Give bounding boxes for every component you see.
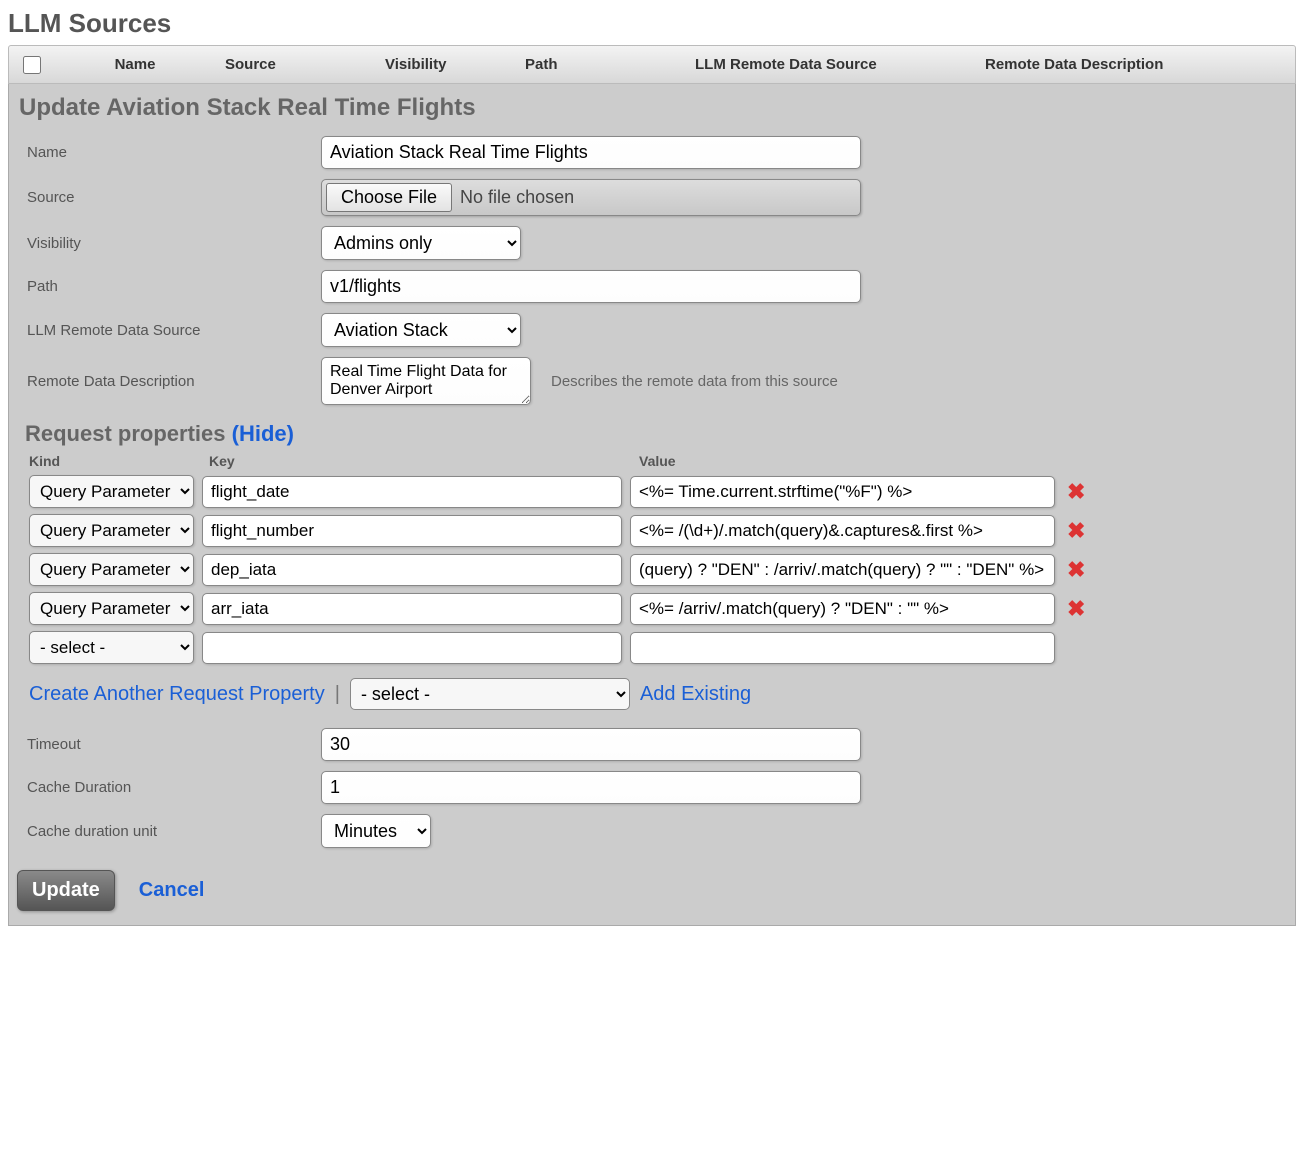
label-visibility: Visibility bbox=[19, 235, 309, 252]
hide-request-properties-link[interactable]: (Hide) bbox=[232, 421, 294, 446]
file-chosen-text: No file chosen bbox=[460, 187, 574, 208]
rp-kind-select[interactable]: - select - bbox=[29, 631, 194, 664]
rp-key-input[interactable] bbox=[202, 593, 622, 625]
remote-desc-textarea[interactable] bbox=[321, 357, 531, 405]
delete-row-icon[interactable]: ✖ bbox=[1063, 479, 1089, 505]
rp-col-key: Key bbox=[209, 453, 639, 469]
rp-key-input[interactable] bbox=[202, 515, 622, 547]
label-timeout: Timeout bbox=[19, 736, 309, 753]
request-property-row: Query Parameter ✖ bbox=[29, 475, 1275, 508]
page-title: LLM Sources bbox=[8, 8, 1296, 39]
existing-property-select[interactable]: - select - bbox=[350, 678, 630, 710]
request-property-row: Query Parameter ✖ bbox=[29, 592, 1275, 625]
table-header-row: Name Source Visibility Path LLM Remote D… bbox=[8, 45, 1296, 84]
col-header-source[interactable]: Source bbox=[215, 52, 375, 77]
col-header-visibility[interactable]: Visibility bbox=[375, 52, 515, 77]
label-remote-desc: Remote Data Description bbox=[19, 373, 309, 390]
update-button[interactable]: Update bbox=[17, 870, 115, 911]
rp-key-input[interactable] bbox=[202, 554, 622, 586]
name-input[interactable] bbox=[321, 136, 861, 169]
label-cache-duration: Cache Duration bbox=[19, 779, 309, 796]
col-header-remote-src[interactable]: LLM Remote Data Source bbox=[685, 52, 975, 77]
add-existing-link[interactable]: Add Existing bbox=[640, 683, 751, 706]
delete-row-icon[interactable]: ✖ bbox=[1063, 557, 1089, 583]
cache-duration-input[interactable] bbox=[321, 771, 861, 804]
label-name: Name bbox=[19, 144, 309, 161]
rp-value-input[interactable] bbox=[630, 632, 1055, 664]
cache-unit-select[interactable]: Minutes bbox=[321, 814, 431, 848]
rp-value-input[interactable] bbox=[630, 515, 1055, 547]
rp-kind-select[interactable]: Query Parameter bbox=[29, 514, 194, 547]
request-property-row: Query Parameter ✖ bbox=[29, 514, 1275, 547]
file-input-wrapper[interactable]: Choose File No file chosen bbox=[321, 179, 861, 216]
create-another-link[interactable]: Create Another Request Property bbox=[29, 683, 325, 706]
timeout-input[interactable] bbox=[321, 728, 861, 761]
delete-row-icon[interactable]: ✖ bbox=[1063, 518, 1089, 544]
rp-kind-select[interactable]: Query Parameter bbox=[29, 592, 194, 625]
col-header-path[interactable]: Path bbox=[515, 52, 685, 77]
path-input[interactable] bbox=[321, 270, 861, 303]
delete-row-icon[interactable]: ✖ bbox=[1063, 596, 1089, 622]
label-cache-unit: Cache duration unit bbox=[19, 823, 309, 840]
remote-desc-helper: Describes the remote data from this sour… bbox=[551, 373, 838, 390]
separator: | bbox=[335, 683, 340, 706]
rp-key-input[interactable] bbox=[202, 632, 622, 664]
request-property-row: Query Parameter ✖ bbox=[29, 553, 1275, 586]
col-header-remote-desc[interactable]: Remote Data Description bbox=[975, 52, 1285, 77]
visibility-select[interactable]: Admins only bbox=[321, 226, 521, 260]
rp-value-input[interactable] bbox=[630, 554, 1055, 586]
choose-file-button[interactable]: Choose File bbox=[326, 183, 452, 212]
label-path: Path bbox=[19, 278, 309, 295]
panel-title: Update Aviation Stack Real Time Flights bbox=[19, 94, 1285, 122]
rp-value-input[interactable] bbox=[630, 593, 1055, 625]
rp-key-input[interactable] bbox=[202, 476, 622, 508]
rp-col-value: Value bbox=[639, 453, 1275, 469]
request-property-actions: Create Another Request Property | - sele… bbox=[29, 678, 1275, 710]
request-properties-heading: Request properties (Hide) bbox=[25, 421, 1279, 447]
edit-panel: Update Aviation Stack Real Time Flights … bbox=[8, 84, 1296, 926]
remote-source-select[interactable]: Aviation Stack bbox=[321, 313, 521, 347]
rp-value-input[interactable] bbox=[630, 476, 1055, 508]
request-properties-header: Kind Key Value bbox=[29, 453, 1275, 469]
rp-kind-select[interactable]: Query Parameter bbox=[29, 553, 194, 586]
label-source: Source bbox=[19, 189, 309, 206]
select-all-checkbox[interactable] bbox=[23, 56, 41, 74]
request-property-row: - select - bbox=[29, 631, 1275, 664]
rp-col-kind: Kind bbox=[29, 453, 209, 469]
col-header-name[interactable]: Name bbox=[55, 52, 215, 77]
rp-kind-select[interactable]: Query Parameter bbox=[29, 475, 194, 508]
cancel-link[interactable]: Cancel bbox=[139, 879, 205, 902]
label-remote-source: LLM Remote Data Source bbox=[19, 322, 309, 339]
